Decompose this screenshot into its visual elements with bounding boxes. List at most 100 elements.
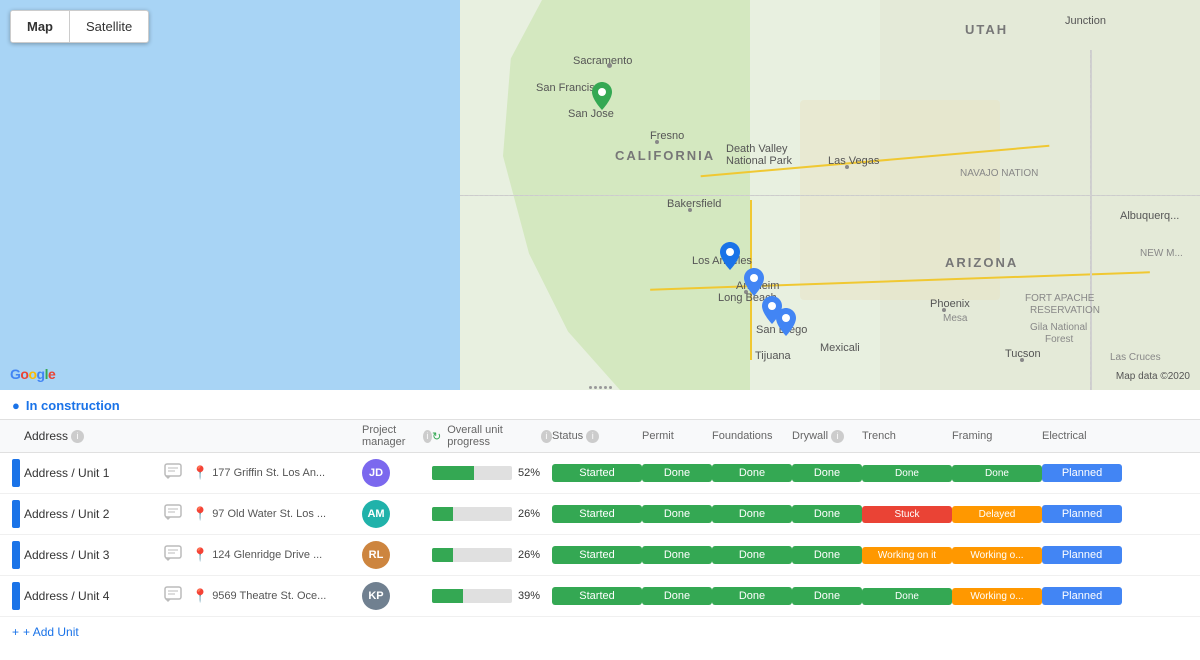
table-row[interactable]: Address / Unit 3 📍 124 Glenridge Drive .…: [0, 535, 1200, 576]
row-framing[interactable]: Working o...: [952, 547, 1042, 564]
row-status[interactable]: Started: [552, 464, 642, 482]
table-row[interactable]: Address / Unit 1 📍 177 Griffin St. Los A…: [0, 453, 1200, 494]
col-header-permit: Permit: [642, 430, 712, 442]
row-framing[interactable]: Done: [952, 465, 1042, 482]
progress-bar: [432, 466, 512, 480]
col-header-electrical: Electrical: [1042, 430, 1122, 442]
section-title-text: In construction: [26, 398, 120, 413]
map-label-junction: Junction: [1065, 15, 1106, 27]
row-permit[interactable]: Done: [642, 587, 712, 605]
col-header-status: Status i: [552, 430, 642, 443]
row-foundations[interactable]: Done: [712, 546, 792, 564]
row-address: 📍 9569 Theatre St. Oce...: [192, 588, 362, 604]
row-trench[interactable]: Done: [862, 588, 952, 605]
table-header: ● In construction: [0, 390, 1200, 420]
table-row[interactable]: Address / Unit 2 📍 97 Old Water St. Los …: [0, 494, 1200, 535]
col-header-name: Address i: [24, 429, 164, 443]
pin-la[interactable]: [720, 242, 740, 273]
row-name: Address / Unit 4: [24, 589, 164, 603]
row-foundations[interactable]: Done: [712, 505, 792, 523]
map-label-phoenix: Phoenix: [930, 298, 970, 310]
pm-info-icon[interactable]: i: [423, 430, 432, 443]
row-address: 📍 124 Glenridge Drive ...: [192, 547, 362, 563]
row-name: Address / Unit 2: [24, 507, 164, 521]
row-permit[interactable]: Done: [642, 464, 712, 482]
progress-pct: 52%: [518, 467, 540, 479]
pm-avatar: AM: [362, 500, 390, 528]
progress-info-icon[interactable]: i: [541, 430, 552, 443]
map-attribution: Map data ©2020: [1116, 371, 1190, 382]
progress-pct: 26%: [518, 508, 540, 520]
progress-pct: 26%: [518, 549, 540, 561]
map-label-fortapache: FORT APACHE: [1025, 293, 1094, 304]
row-progress: 26%: [432, 548, 552, 562]
col-header-drywall: Drywall i: [792, 430, 862, 443]
pin-sandiego[interactable]: [776, 308, 796, 339]
map-label-deathvalley: Death Valley: [726, 143, 788, 155]
map-label-albuquerque: Albuquerq...: [1120, 210, 1179, 222]
map-label-sacramento: Sacramento: [573, 55, 632, 67]
row-drywall[interactable]: Done: [792, 505, 862, 523]
row-pm: KP: [362, 582, 432, 610]
row-permit[interactable]: Done: [642, 505, 712, 523]
map-label-forest: Forest: [1045, 334, 1073, 345]
pm-avatar: KP: [362, 582, 390, 610]
row-electrical[interactable]: Planned: [1042, 546, 1122, 564]
map-satellite-toggle[interactable]: Map Satellite: [10, 10, 149, 43]
col-header-framing: Framing: [952, 430, 1042, 442]
section-title: ● In construction: [12, 398, 120, 413]
map-label-newm: NEW M...: [1140, 248, 1183, 259]
row-permit[interactable]: Done: [642, 546, 712, 564]
map-container: Map Satellite Junction Sacramento San Fr…: [0, 0, 1200, 390]
row-framing[interactable]: Delayed: [952, 506, 1042, 523]
row-status[interactable]: Started: [552, 587, 642, 605]
row-status[interactable]: Started: [552, 505, 642, 523]
table-row[interactable]: Address / Unit 4 📍 9569 Theatre St. Oce.…: [0, 576, 1200, 617]
map-label-lasvegas: Las Vegas: [828, 155, 879, 167]
location-pin-icon: 📍: [192, 506, 208, 522]
status-info-icon[interactable]: i: [586, 430, 599, 443]
row-trench[interactable]: Working on it: [862, 547, 952, 564]
column-headers: Address i Project manager i ↻ Overall un…: [0, 420, 1200, 453]
row-electrical[interactable]: Planned: [1042, 587, 1122, 605]
map-view-button[interactable]: Map: [11, 11, 70, 42]
map-label-mexicali: Mexicali: [820, 342, 860, 354]
row-status[interactable]: Started: [552, 546, 642, 564]
row-pm: JD: [362, 459, 432, 487]
pin-sf[interactable]: [592, 82, 612, 113]
row-drywall[interactable]: Done: [792, 464, 862, 482]
col-header-pm: Project manager i: [362, 424, 432, 448]
map-label-lascruces: Las Cruces: [1110, 352, 1161, 363]
progress-bar: [432, 507, 512, 521]
add-unit-button[interactable]: + + Add Unit: [0, 617, 1200, 647]
row-electrical[interactable]: Planned: [1042, 464, 1122, 482]
row-address: 📍 97 Old Water St. Los ...: [192, 506, 362, 522]
satellite-view-button[interactable]: Satellite: [70, 11, 148, 42]
pm-avatar: JD: [362, 459, 390, 487]
row-electrical[interactable]: Planned: [1042, 505, 1122, 523]
row-pm: RL: [362, 541, 432, 569]
map-label-deathvalley2: National Park: [726, 155, 792, 167]
row-foundations[interactable]: Done: [712, 464, 792, 482]
row-foundations[interactable]: Done: [712, 587, 792, 605]
address-info-icon[interactable]: i: [71, 430, 84, 443]
map-label-gila: Gila National: [1030, 322, 1087, 333]
row-trench[interactable]: Stuck: [862, 506, 952, 523]
row-name: Address / Unit 3: [24, 548, 164, 562]
row-trench[interactable]: Done: [862, 465, 952, 482]
row-drywall[interactable]: Done: [792, 546, 862, 564]
location-pin-icon: 📍: [192, 465, 208, 481]
drywall-info-icon[interactable]: i: [831, 430, 844, 443]
table-rows: Address / Unit 1 📍 177 Griffin St. Los A…: [0, 453, 1200, 617]
pm-avatar: RL: [362, 541, 390, 569]
comment-button[interactable]: [164, 545, 192, 566]
row-framing[interactable]: Working o...: [952, 588, 1042, 605]
row-drywall[interactable]: Done: [792, 587, 862, 605]
comment-button[interactable]: [164, 586, 192, 607]
progress-pct: 39%: [518, 590, 540, 602]
map-label-tijuana: Tijuana: [755, 350, 791, 362]
comment-button[interactable]: [164, 504, 192, 525]
comment-button[interactable]: [164, 463, 192, 484]
map-label-utah: UTAH: [965, 22, 1008, 37]
pin-anaheim[interactable]: [744, 268, 764, 299]
